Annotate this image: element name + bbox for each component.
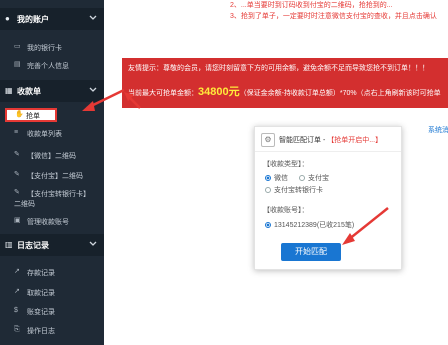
annotation-arrows [82, 88, 389, 245]
arrow-to-start-button [342, 207, 389, 245]
arrow-to-grab-order [82, 88, 125, 111]
arrow-to-alert [124, 92, 141, 109]
